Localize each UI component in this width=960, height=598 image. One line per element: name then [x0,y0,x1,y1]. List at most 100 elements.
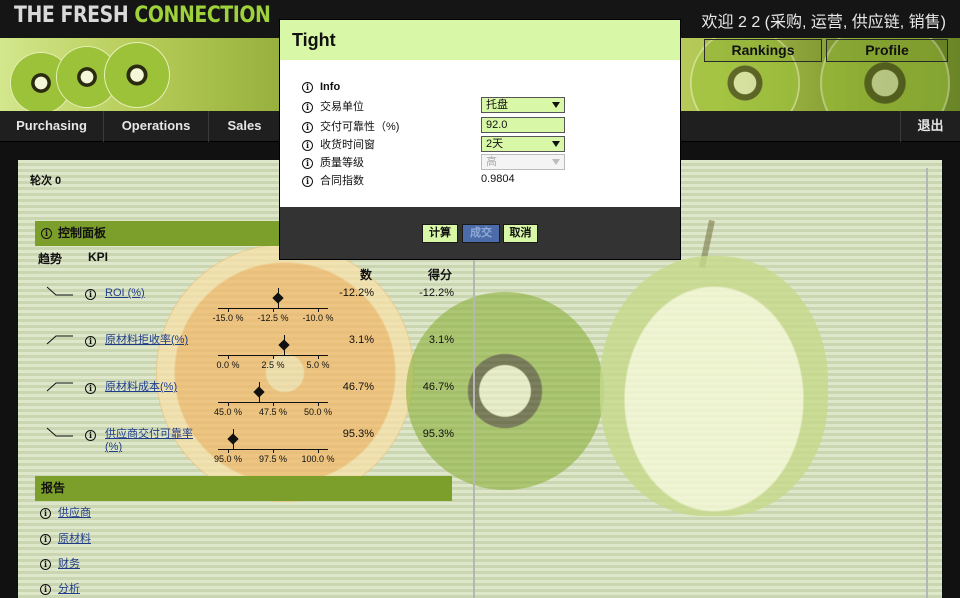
kpi-raw-value: 95.3% [342,428,374,440]
info-icon[interactable]: i [302,121,313,133]
delivery-reliability-value: 92.0 [486,119,508,131]
report-link-suppliers[interactable]: 供应商 [58,507,91,519]
scale-tick [318,355,319,359]
dialog-body: i Info i 交易单位 托盘 i 交付可靠性（%) 92.0 i 收货时间窗 2天 … [280,60,680,207]
report-item: i 供应商 [40,504,91,520]
info-icon[interactable]: i [85,430,96,441]
kpi-raw-value: -12.2% [339,287,374,299]
chevron-down-icon [552,159,560,165]
scale-tick [273,402,274,406]
info-icon[interactable]: i [40,583,51,595]
dashboard-header: i 控制面板 [35,221,294,246]
quality-level-label: 质量等级 [320,157,364,169]
contract-index-value: 0.9804 [481,173,515,185]
profile-button[interactable]: Profile [826,39,948,62]
info-icon[interactable]: i [302,175,313,187]
scale-tick [228,355,229,359]
delivery-reliability-input[interactable]: 92.0 [481,117,565,133]
info-icon[interactable]: i [40,507,51,519]
kpi-raw-value: 46.7% [342,381,374,393]
info-icon[interactable]: i [85,289,96,300]
info-icon[interactable]: i [41,228,52,240]
deal-button[interactable]: 成交 [462,224,500,243]
scale-tick [228,402,229,406]
scale-tick-label: 47.5 % [258,407,288,417]
rankings-button[interactable]: Rankings [704,39,822,62]
column-header-score: 得分 [428,268,453,282]
contract-dialog: Tight i Info i 交易单位 托盘 i 交付可靠性（%) 92.0 i 收货时… [279,19,681,260]
column-header-raw: 数 [360,268,373,282]
kpi-link[interactable]: 原材料拒收率(%) [105,334,207,347]
kpi-row: i 原材料成本(%) 45.0 % 47.5 % 50.0 % 46.7% 46.7% [18,376,468,422]
scale-tick-label: -12.5 % [257,313,289,323]
trade-unit-select[interactable]: 托盘 [481,97,565,113]
delivery-window-label: 收货时间窗 [320,139,375,151]
scale-tick [273,355,274,359]
cancel-button[interactable]: 取消 [503,224,538,243]
contract-index-label: 合同指数 [320,175,364,187]
dialog-footer: 计算 成交 取消 [280,207,680,259]
scale-tick [318,308,319,312]
reports-header: 报告 [35,476,452,501]
info-row: i Info [302,81,340,93]
logout-button[interactable]: 退出 [900,111,960,142]
menu-item-operations[interactable]: Operations [104,111,209,142]
trend-down-icon [46,427,73,437]
info-icon[interactable]: i [302,81,313,93]
report-link-raw-materials[interactable]: 原材料 [58,533,91,545]
welcome-text: 欢迎 2 2 (采购, 运营, 供应链, 销售) [701,14,946,31]
scale-tick-label: 50.0 % [303,407,333,417]
info-icon[interactable]: i [302,101,313,113]
scale-tick [273,449,274,453]
delivery-window-select[interactable]: 2天 [481,136,565,152]
report-item: i 分析 [40,580,80,596]
quality-level-value: 高 [486,156,497,168]
report-link-analysis[interactable]: 分析 [58,583,80,595]
logo-text-connection: CONNECTION [134,3,271,28]
chevron-down-icon [552,102,560,108]
kpi-marker-diamond [252,386,265,398]
round-label: 轮次 0 [30,175,62,187]
info-icon[interactable]: i [40,533,51,545]
app-window: THE FRESH CONNECTION 欢迎 2 2 (采购, 运营, 供应链… [0,0,960,598]
trend-down-icon [46,286,73,296]
scale-tick [318,402,319,406]
report-link-finance[interactable]: 财务 [58,558,80,570]
logo: THE FRESH CONNECTION [14,3,271,28]
info-icon[interactable]: i [40,558,51,570]
scale-tick-label: 5.0 % [306,360,330,370]
quality-level-select: 高 [481,154,565,170]
trade-unit-row: i 交易单位 [302,98,364,114]
calculate-button[interactable]: 计算 [422,224,458,243]
info-label: Info [320,81,341,93]
trade-unit-value: 托盘 [486,99,508,111]
kpi-score-value: -12.2% [419,287,454,299]
kpi-score-value: 46.7% [422,381,454,393]
info-icon[interactable]: i [302,139,313,151]
kpi-marker-diamond [278,339,290,351]
kpi-marker-diamond [272,292,285,304]
kpi-link[interactable]: 原材料成本(%) [105,381,207,394]
delivery-window-row: i 收货时间窗 [302,136,375,152]
kpi-raw-value: 3.1% [348,334,374,346]
kpi-row: i 供应商交付可靠率 (%) 95.0 % 97.5 % 100.0 % 95.3% 95.… [18,423,468,469]
menu-item-sales[interactable]: Sales [209,111,281,142]
kpi-link[interactable]: 供应商交付可靠率 (%) [105,428,207,454]
scale-tick-label: -10.0 % [302,313,334,323]
delivery-reliability-label: 交付可靠性（%) [320,121,400,133]
menu-item-purchasing[interactable]: Purchasing [0,111,104,142]
trend-up-icon [46,382,73,392]
kpi-link[interactable]: ROI (%) [105,287,207,300]
kpi-marker-diamond [227,433,240,445]
info-icon[interactable]: i [85,336,96,347]
logo-text-the-fresh: THE FRESH [14,3,135,28]
dashboard-title: 控制面板 [58,226,107,240]
info-icon[interactable]: i [302,157,313,169]
scale-tick-label: 97.5 % [258,454,288,464]
scale-tick-label: 45.0 % [213,407,243,417]
kpi-row: i ROI (%) -15.0 % -12.5 % -10.0 % -12.2% -12.2… [18,282,468,328]
contract-index-row: i 合同指数 [302,172,364,188]
scale-tick-label: 100.0 % [301,454,335,464]
info-icon[interactable]: i [85,383,96,394]
dialog-title: Tight [280,20,680,60]
